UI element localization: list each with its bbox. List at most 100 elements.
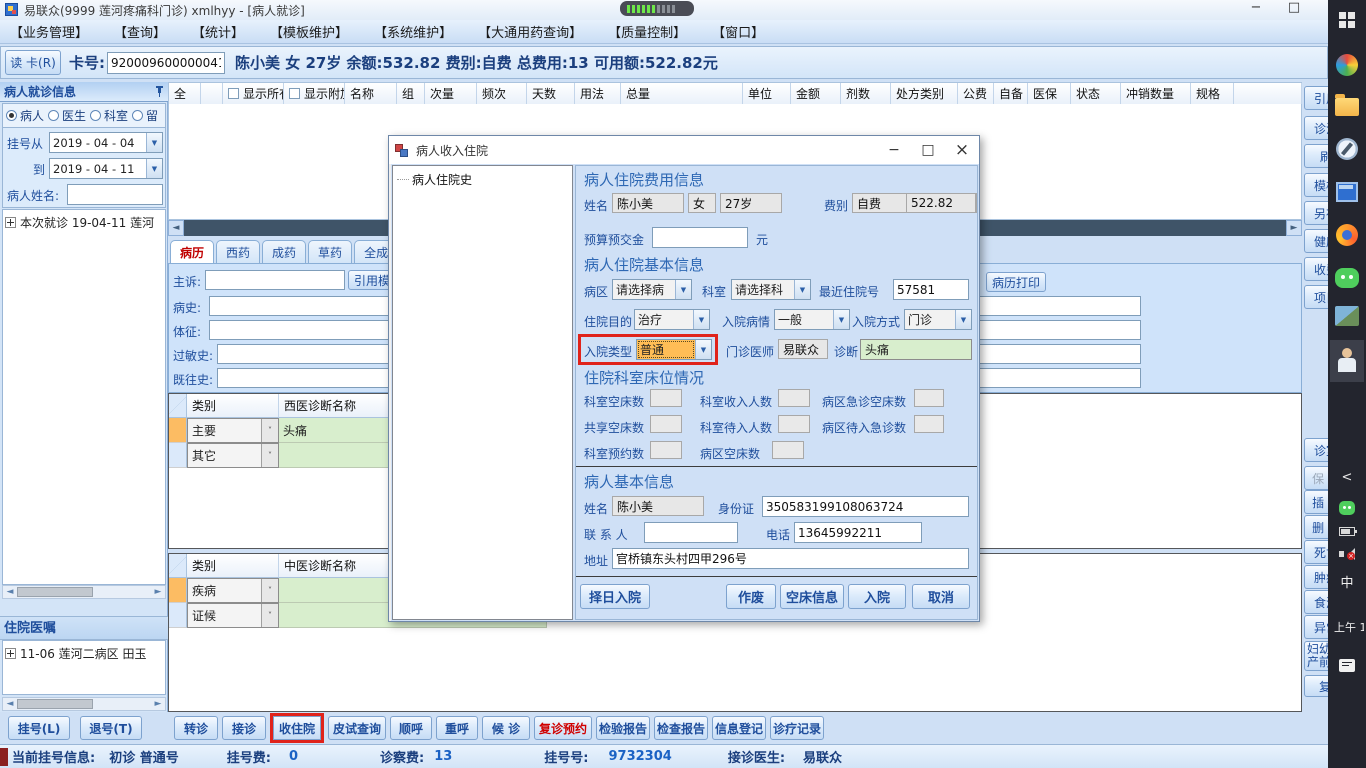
folder-icon[interactable] [1335, 94, 1359, 116]
card-no-input[interactable] [107, 51, 225, 74]
contact-input[interactable] [644, 522, 738, 543]
checkbox-icon[interactable] [289, 88, 300, 99]
admit-confirm-button[interactable]: 入院 [848, 584, 906, 609]
radio-stay[interactable] [132, 110, 144, 121]
scheduled-admission-button[interactable]: 择日入院 [580, 584, 650, 609]
tree-item-admission-history[interactable]: 病人住院史 [393, 166, 572, 193]
treatment-record-button[interactable]: 诊疗记录 [770, 716, 824, 740]
dialog-close-button[interactable]: × [945, 140, 979, 160]
active-app-icon[interactable] [1330, 340, 1364, 382]
waiting-button[interactable]: 候 诊 [482, 716, 530, 740]
chevron-down-icon[interactable]: ▼ [146, 159, 162, 178]
tab-emr[interactable]: 病历 [170, 240, 215, 263]
scroll-right-icon[interactable]: ► [151, 586, 165, 598]
chevron-down-icon[interactable]: ▼ [146, 133, 162, 152]
app-window-icon[interactable] [1336, 182, 1358, 202]
skin-test-button[interactable]: 皮试查询 [328, 716, 386, 740]
register-button[interactable]: 挂号(L) [8, 716, 70, 740]
orders-tree-hscrollbar[interactable]: ◄ ► [2, 697, 166, 711]
id-input[interactable] [762, 496, 969, 517]
browser-icon[interactable] [1336, 54, 1358, 76]
chief-complaint-input[interactable] [205, 270, 345, 290]
scroll-left-icon[interactable]: ◄ [3, 586, 17, 598]
menu-item-query[interactable]: 【查询】 [114, 22, 166, 41]
menu-item-system[interactable]: 【系统维护】 [374, 22, 452, 41]
show-all-checkbox[interactable]: 显示所有 [223, 83, 284, 105]
receive-button[interactable]: 接诊 [222, 716, 266, 740]
scroll-left-icon[interactable]: ◄ [3, 698, 17, 710]
ime-indicator[interactable]: 中 [1340, 572, 1353, 591]
empty-bed-info-button[interactable]: 空床信息 [780, 584, 844, 609]
emr-print-button[interactable]: 病历打印 [986, 272, 1046, 292]
diag-type-combo[interactable]: 主要 ˅ [187, 418, 279, 443]
recall-button[interactable]: 重呼 [436, 716, 478, 740]
call-button[interactable]: 顺呼 [390, 716, 432, 740]
checkbox-icon[interactable] [228, 88, 239, 99]
read-card-button[interactable]: 读 卡(R) [5, 50, 61, 75]
dialog-maximize-button[interactable]: □ [911, 142, 945, 158]
tab-western-drug[interactable]: 西药 [216, 240, 261, 263]
address-input[interactable] [612, 548, 969, 569]
expand-icon[interactable] [5, 648, 16, 659]
radio-doctor[interactable] [48, 110, 60, 121]
volume-muted-icon[interactable]: × [1339, 548, 1355, 560]
expand-icon[interactable] [5, 217, 16, 228]
purpose-combo[interactable]: 治疗 ▼ [634, 309, 710, 330]
tray-wechat-icon[interactable] [1339, 501, 1355, 515]
menu-item-business[interactable]: 【业务管理】 [10, 22, 88, 41]
diag-type-combo[interactable]: 疾病 ˅ [187, 578, 279, 603]
clock[interactable]: 上午 1 [1330, 619, 1364, 635]
transfer-button[interactable]: 转诊 [174, 716, 218, 740]
prepay-input[interactable] [652, 227, 748, 248]
refund-button[interactable]: 退号(T) [80, 716, 142, 740]
show-extra-checkbox[interactable]: 显示附加 [284, 83, 345, 105]
revisit-appointment-button[interactable]: 复诊预约 [534, 716, 592, 740]
visits-tree-hscrollbar[interactable]: ◄ ► [2, 585, 166, 599]
start-button[interactable] [1339, 12, 1355, 28]
wechat-icon[interactable] [1335, 268, 1359, 288]
menu-item-window[interactable]: 【窗口】 [712, 22, 764, 41]
radio-dept[interactable] [90, 110, 102, 121]
scroll-right-icon[interactable]: ► [151, 698, 165, 710]
tab-herbal[interactable]: 草药 [308, 240, 353, 263]
menu-item-template[interactable]: 【模板维护】 [270, 22, 348, 41]
lab-report-button[interactable]: 检验报告 [596, 716, 650, 740]
minimize-button[interactable]: − [1240, 0, 1272, 18]
tree-item-visit[interactable]: 本次就诊 19-04-11 莲河 [3, 210, 165, 235]
scroll-right-icon[interactable]: ► [1286, 220, 1302, 236]
restore-button[interactable]: □ [1278, 0, 1310, 18]
dialog-minimize-button[interactable]: − [877, 142, 911, 158]
info-register-button[interactable]: 信息登记 [712, 716, 766, 740]
admit-way-combo[interactable]: 门诊 ▼ [904, 309, 972, 330]
admit-button[interactable]: 收住院 [273, 716, 321, 740]
diagnosis-value[interactable]: 头痛 [860, 339, 972, 360]
tab-patent-drug[interactable]: 成药 [262, 240, 307, 263]
diag-type-combo[interactable]: 证候 ˅ [187, 603, 279, 628]
scroll-left-icon[interactable]: ◄ [168, 220, 184, 236]
pin-icon[interactable] [155, 86, 164, 97]
cancel-button[interactable]: 取消 [912, 584, 970, 609]
admit-type-combo[interactable]: 普通 ▼ [636, 339, 712, 360]
exam-report-button[interactable]: 检查报告 [654, 716, 708, 740]
diag-type-combo[interactable]: 其它 ˅ [187, 443, 279, 468]
phone-input[interactable] [794, 522, 922, 543]
menu-item-drug-query[interactable]: 【大通用药查询】 [478, 22, 582, 41]
recent-no-input[interactable] [893, 279, 969, 300]
menu-item-quality[interactable]: 【质量控制】 [608, 22, 686, 41]
notification-icon[interactable] [1339, 659, 1355, 672]
condition-combo[interactable]: 一般 ▼ [774, 309, 850, 330]
compass-icon[interactable] [1336, 138, 1358, 160]
date-to-picker[interactable]: 2019 - 04 - 11 ▼ [49, 158, 163, 179]
dept-combo[interactable]: 请选择科 ▼ [731, 279, 811, 300]
tree-item-order[interactable]: 11-06 莲河二病区 田玉 [3, 641, 165, 666]
battery-icon[interactable] [1339, 527, 1357, 536]
firefox-icon[interactable] [1336, 224, 1358, 246]
ward-combo[interactable]: 请选择病 ▼ [612, 279, 692, 300]
void-button-label-fix[interactable]: 作废 [726, 584, 776, 609]
menu-item-stats[interactable]: 【统计】 [192, 22, 244, 41]
photos-icon[interactable] [1335, 306, 1359, 326]
date-from-picker[interactable]: 2019 - 04 - 04 ▼ [49, 132, 163, 153]
patient-name-input[interactable] [67, 184, 163, 205]
radio-patient[interactable] [6, 110, 17, 121]
tray-chevron-icon[interactable]: < [1342, 470, 1353, 485]
